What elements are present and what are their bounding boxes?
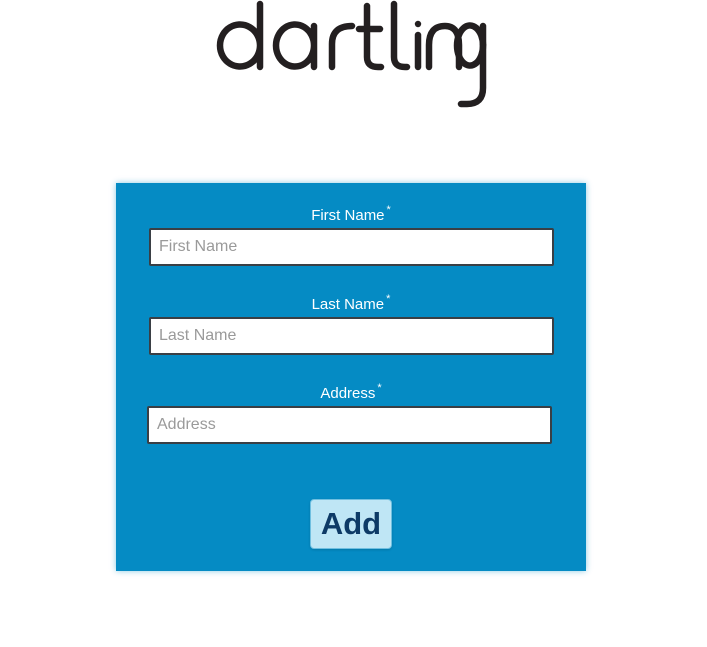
address-label-text: Address	[320, 385, 376, 402]
last-name-label-text: Last Name	[311, 296, 385, 313]
first-name-label: First Name *	[116, 204, 586, 226]
address-label: Address *	[116, 382, 586, 404]
add-button[interactable]: Add	[310, 499, 392, 549]
page: dartling First Name* Last Name* Address*…	[0, 0, 707, 647]
dartling-logo: dartling	[216, 0, 487, 108]
required-asterisk: *	[377, 382, 382, 394]
required-asterisk: *	[386, 204, 391, 216]
last-name-label: Last Name *	[116, 293, 586, 315]
address-input[interactable]	[147, 406, 552, 444]
last-name-input[interactable]	[149, 317, 554, 355]
first-name-input[interactable]	[149, 228, 554, 266]
add-person-form: First Name* Last Name* Address* Add	[116, 183, 586, 571]
required-asterisk: *	[386, 293, 391, 305]
first-name-label-text: First Name	[311, 207, 385, 224]
